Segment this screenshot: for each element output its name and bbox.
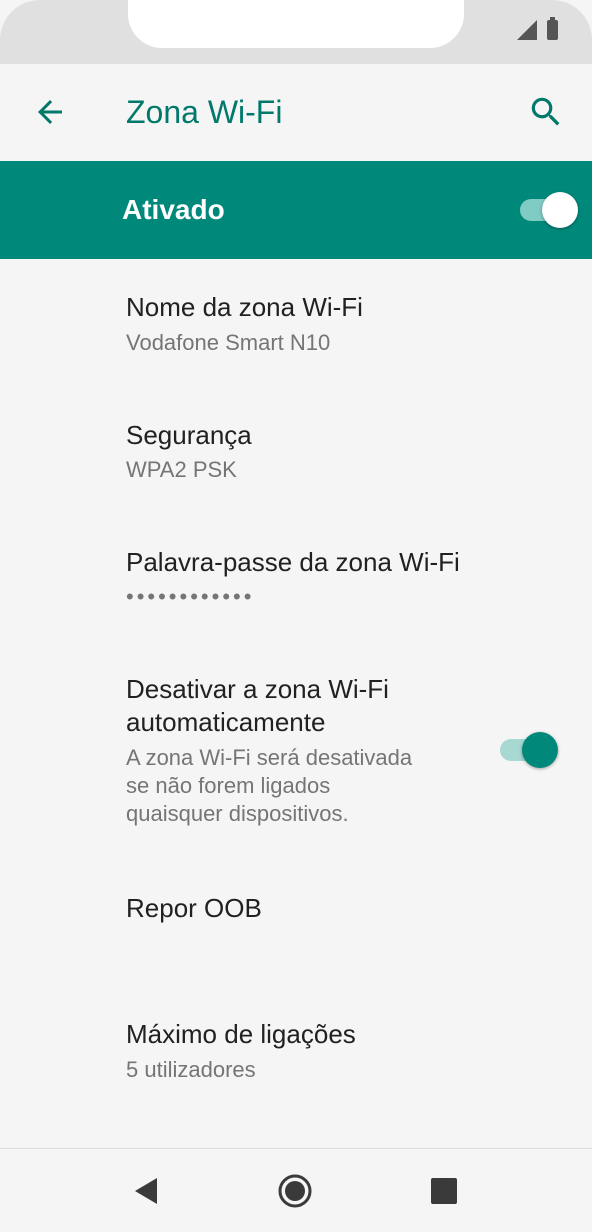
auto-off-toggle[interactable] <box>500 732 558 768</box>
page-title: Zona Wi-Fi <box>126 94 283 130</box>
toggle-thumb <box>522 732 558 768</box>
signal-icon <box>517 20 537 40</box>
nav-home-icon <box>278 1174 312 1208</box>
master-toggle[interactable] <box>520 192 578 228</box>
status-bar <box>0 0 592 64</box>
battery-icon <box>547 17 558 40</box>
toggle-thumb <box>542 192 578 228</box>
nav-recents-icon <box>431 1178 457 1204</box>
password-item[interactable] <box>0 515 592 643</box>
hotspot-name-title: Nome da zona Wi-Fi <box>126 292 363 322</box>
security-value: WPA2 PSK <box>126 457 237 482</box>
display-notch <box>128 0 464 48</box>
nav-recents-button[interactable] <box>422 1169 466 1213</box>
password-value: •••••••••••• <box>126 584 255 609</box>
nav-home-button[interactable] <box>273 1169 317 1213</box>
auto-off-desc-line3: quaisquer dispositivos. <box>126 801 349 826</box>
auto-off-desc-line1: A zona Wi-Fi será desativada <box>126 745 413 770</box>
master-switch-bar[interactable]: Ativado <box>0 161 592 259</box>
security-title: Segurança <box>126 420 252 450</box>
nav-back-icon <box>135 1178 157 1204</box>
screen: Zona Wi-Fi Ativado Nome da zona Wi-Fi Vo… <box>0 0 592 1232</box>
max-connections-title: Máximo de ligações <box>126 1019 356 1049</box>
app-bar: Zona Wi-Fi <box>0 64 592 161</box>
max-connections-value: 5 utilizadores <box>126 1057 256 1082</box>
password-title: Palavra-passe da zona Wi-Fi <box>126 547 460 577</box>
navigation-bar <box>0 1148 592 1232</box>
auto-off-title-line2: automaticamente <box>126 707 326 737</box>
reset-oob-item[interactable] <box>0 851 592 979</box>
master-switch-label: Ativado <box>122 194 225 225</box>
search-icon <box>531 97 560 126</box>
status-icons <box>517 17 558 40</box>
reset-oob-title: Repor OOB <box>126 893 262 923</box>
back-button[interactable] <box>28 90 72 134</box>
search-button[interactable] <box>524 90 568 134</box>
auto-off-title-line1: Desativar a zona Wi-Fi <box>126 674 389 704</box>
arrow-back-icon <box>38 100 62 124</box>
hotspot-name-value: Vodafone Smart N10 <box>126 330 331 355</box>
nav-back-button[interactable] <box>124 1169 168 1213</box>
security-item[interactable] <box>0 387 592 515</box>
auto-off-desc-line2: se não forem ligados <box>126 773 331 798</box>
